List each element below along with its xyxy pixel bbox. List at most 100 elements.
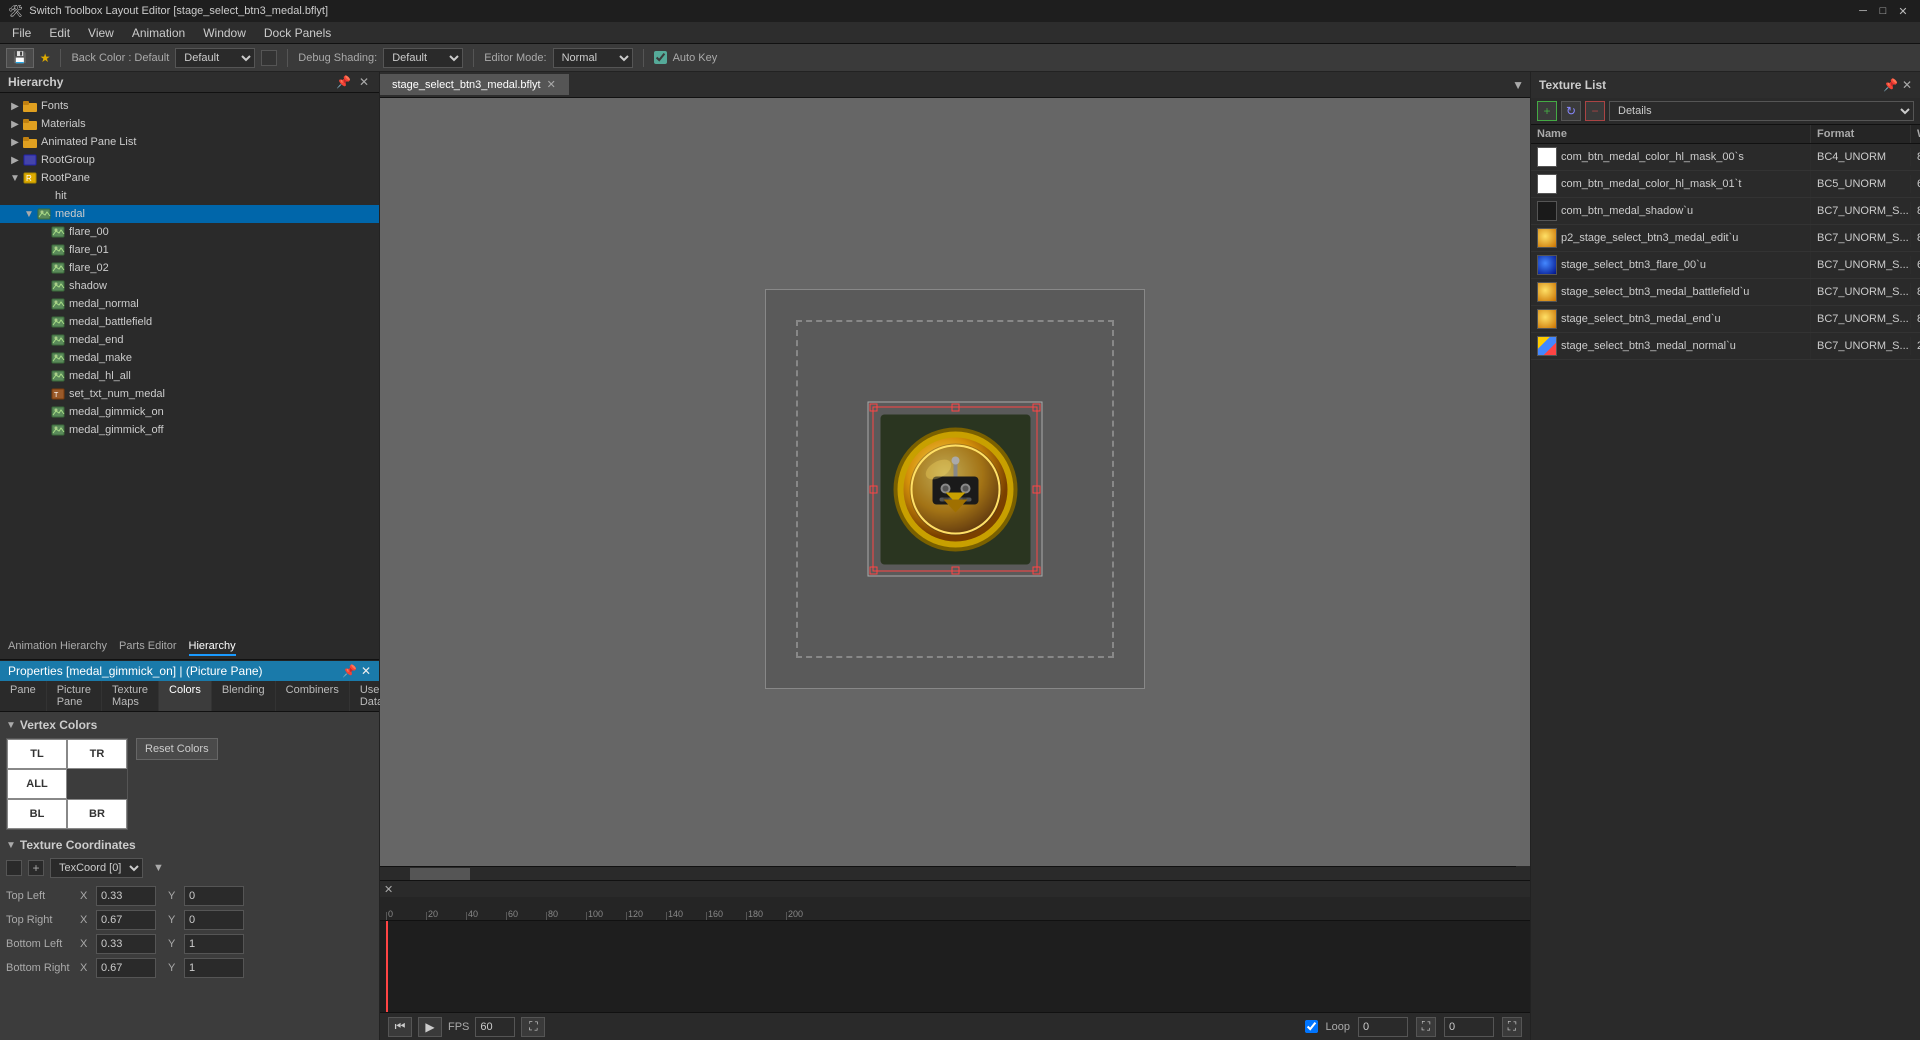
canvas-scroll-thumb[interactable] xyxy=(410,868,470,880)
tree-item-hit[interactable]: hit xyxy=(0,187,379,205)
texture-remove-button[interactable]: − xyxy=(1585,101,1605,121)
tree-item-medal-normal[interactable]: medal_normal xyxy=(0,295,379,313)
tree-item-medal-battlefield[interactable]: medal_battlefield xyxy=(0,313,379,331)
menu-file[interactable]: File xyxy=(4,24,39,42)
color-cell-bl[interactable]: BL xyxy=(7,799,67,829)
tree-item-flare-01[interactable]: flare_01 xyxy=(0,241,379,259)
tree-item-animated-pane-list[interactable]: ▶Animated Pane List xyxy=(0,133,379,151)
properties-close-button[interactable]: ✕ xyxy=(361,664,371,678)
color-cell-tl[interactable]: TL xyxy=(7,739,67,769)
color-cell-all[interactable]: ALL xyxy=(7,769,67,799)
color-cell-tr[interactable]: TR xyxy=(67,739,127,769)
anim-tab-animation[interactable]: Animation Hierarchy xyxy=(8,638,107,656)
handle-tl[interactable] xyxy=(870,404,878,412)
handle-mr[interactable] xyxy=(1033,485,1041,493)
tree-item-rootgroup[interactable]: ▶RootGroup xyxy=(0,151,379,169)
texture-row-0[interactable]: com_btn_medal_color_hl_mask_00`sBC4_UNOR… xyxy=(1531,144,1920,171)
top-right-x-input[interactable] xyxy=(96,910,156,930)
back-color-select[interactable]: Default xyxy=(175,48,255,68)
tex-coord-select[interactable]: TexCoord [0] xyxy=(50,858,143,878)
tree-item-medal-gimmick-on[interactable]: medal_gimmick_on xyxy=(0,403,379,421)
tree-item-shadow[interactable]: shadow xyxy=(0,277,379,295)
timeline-fullscreen-icon[interactable]: ⛶ xyxy=(1502,1017,1522,1037)
hierarchy-pin-button[interactable]: 📌 xyxy=(334,75,353,89)
canvas-viewport[interactable] xyxy=(380,98,1530,880)
bottom-left-y-input[interactable] xyxy=(184,934,244,954)
menu-window[interactable]: Window xyxy=(195,24,254,42)
texture-reload-button[interactable]: ↻ xyxy=(1561,101,1581,121)
texture-add-button[interactable]: + xyxy=(1537,101,1557,121)
canvas-tab-main[interactable]: stage_select_btn3_medal.bflyt ✕ xyxy=(380,74,569,95)
texture-row-4[interactable]: stage_select_btn3_flare_00`uBC7_UNORM_S.… xyxy=(1531,252,1920,279)
texture-list-pin-button[interactable]: 📌 xyxy=(1883,78,1898,92)
minimize-button[interactable]: ─ xyxy=(1854,2,1872,20)
save-button[interactable]: 💾 xyxy=(6,48,34,68)
top-left-x-input[interactable] xyxy=(96,886,156,906)
texture-detail-select[interactable]: Details xyxy=(1609,101,1914,121)
top-left-y-input[interactable] xyxy=(184,886,244,906)
properties-pin-button[interactable]: 📌 xyxy=(342,664,357,678)
handle-br[interactable] xyxy=(1033,567,1041,575)
medal-container[interactable] xyxy=(868,402,1043,577)
tree-expand-Fonts[interactable]: ▶ xyxy=(8,101,22,112)
texture-row-2[interactable]: com_btn_medal_shadow`uBC7_UNORM_S...8484 xyxy=(1531,198,1920,225)
maximize-button[interactable]: □ xyxy=(1874,2,1892,20)
handle-tm[interactable] xyxy=(951,404,959,412)
tree-item-medal-end[interactable]: medal_end xyxy=(0,331,379,349)
close-button[interactable]: ✕ xyxy=(1894,2,1912,20)
tex-coord-dropdown-arrow[interactable]: ▼ xyxy=(153,862,164,874)
tex-coord-arrow[interactable]: ▼ xyxy=(6,840,16,851)
prop-tab-texture-maps[interactable]: Texture Maps xyxy=(102,681,159,711)
top-right-y-input[interactable] xyxy=(184,910,244,930)
color-cell-br[interactable]: BR xyxy=(67,799,127,829)
prop-tab-blending[interactable]: Blending xyxy=(212,681,276,711)
fps-input[interactable] xyxy=(475,1017,515,1037)
frame-input[interactable] xyxy=(1444,1017,1494,1037)
menu-view[interactable]: View xyxy=(80,24,122,42)
tree-expand-RootGroup[interactable]: ▶ xyxy=(8,155,22,166)
tree-item-medal[interactable]: ▼medal xyxy=(0,205,379,223)
tree-item-medal-gimmick-off[interactable]: medal_gimmick_off xyxy=(0,421,379,439)
loop-value-input[interactable] xyxy=(1358,1017,1408,1037)
texture-row-7[interactable]: stage_select_btn3_medal_normal`uBC7_UNOR… xyxy=(1531,333,1920,360)
bottom-right-x-input[interactable] xyxy=(96,958,156,978)
reset-colors-button[interactable]: Reset Colors xyxy=(136,738,218,760)
timeline-expand-button[interactable]: ⛶ xyxy=(521,1017,545,1037)
menu-animation[interactable]: Animation xyxy=(124,24,193,42)
texture-row-5[interactable]: stage_select_btn3_medal_battlefield`uBC7… xyxy=(1531,279,1920,306)
tree-expand-RootPane[interactable]: ▼ xyxy=(8,173,22,184)
tree-item-medal-hl-all[interactable]: medal_hl_all xyxy=(0,367,379,385)
anim-tab-hierarchy[interactable]: Hierarchy xyxy=(189,638,236,656)
loop-checkbox[interactable] xyxy=(1305,1020,1318,1033)
canvas-tab-close[interactable]: ✕ xyxy=(547,78,556,91)
timeline-frame-icon[interactable]: ⛶ xyxy=(1416,1017,1436,1037)
tree-item-fonts[interactable]: ▶Fonts xyxy=(0,97,379,115)
canvas-scroll-x[interactable] xyxy=(380,866,1516,880)
prop-tab-picture-pane[interactable]: Picture Pane xyxy=(47,681,102,711)
auto-key-checkbox[interactable] xyxy=(654,51,667,64)
tree-item-flare-02[interactable]: flare_02 xyxy=(0,259,379,277)
texture-row-1[interactable]: com_btn_medal_color_hl_mask_01`tBC5_UNOR… xyxy=(1531,171,1920,198)
editor-mode-select[interactable]: Normal xyxy=(553,48,633,68)
tree-item-set-txt-num-medal[interactable]: Tset_txt_num_medal xyxy=(0,385,379,403)
prop-tab-pane[interactable]: Pane xyxy=(0,681,47,711)
back-color-swatch[interactable] xyxy=(261,50,277,66)
texture-row-3[interactable]: p2_stage_select_btn3_medal_edit`uBC7_UNO… xyxy=(1531,225,1920,252)
menu-edit[interactable]: Edit xyxy=(41,24,78,42)
bottom-right-y-input[interactable] xyxy=(184,958,244,978)
timeline-play-button[interactable]: ▶ xyxy=(418,1017,442,1037)
menu-dock-panels[interactable]: Dock Panels xyxy=(256,24,339,42)
tree-item-medal-make[interactable]: medal_make xyxy=(0,349,379,367)
hierarchy-close-button[interactable]: ✕ xyxy=(357,75,371,89)
texture-row-6[interactable]: stage_select_btn3_medal_end`uBC7_UNORM_S… xyxy=(1531,306,1920,333)
tree-item-rootpane[interactable]: ▼RRootPane xyxy=(0,169,379,187)
tree-expand-Animated Pane List[interactable]: ▶ xyxy=(8,137,22,148)
debug-shading-select[interactable]: Default xyxy=(383,48,463,68)
tex-coord-add-button[interactable]: + xyxy=(28,860,44,876)
handle-bm[interactable] xyxy=(951,567,959,575)
handle-tr[interactable] xyxy=(1033,404,1041,412)
prop-tab-combiners[interactable]: Combiners xyxy=(276,681,350,711)
handle-bl[interactable] xyxy=(870,567,878,575)
texture-list-close-button[interactable]: ✕ xyxy=(1902,78,1912,92)
timeline-collapse-arrow[interactable]: ✕ xyxy=(380,883,397,896)
